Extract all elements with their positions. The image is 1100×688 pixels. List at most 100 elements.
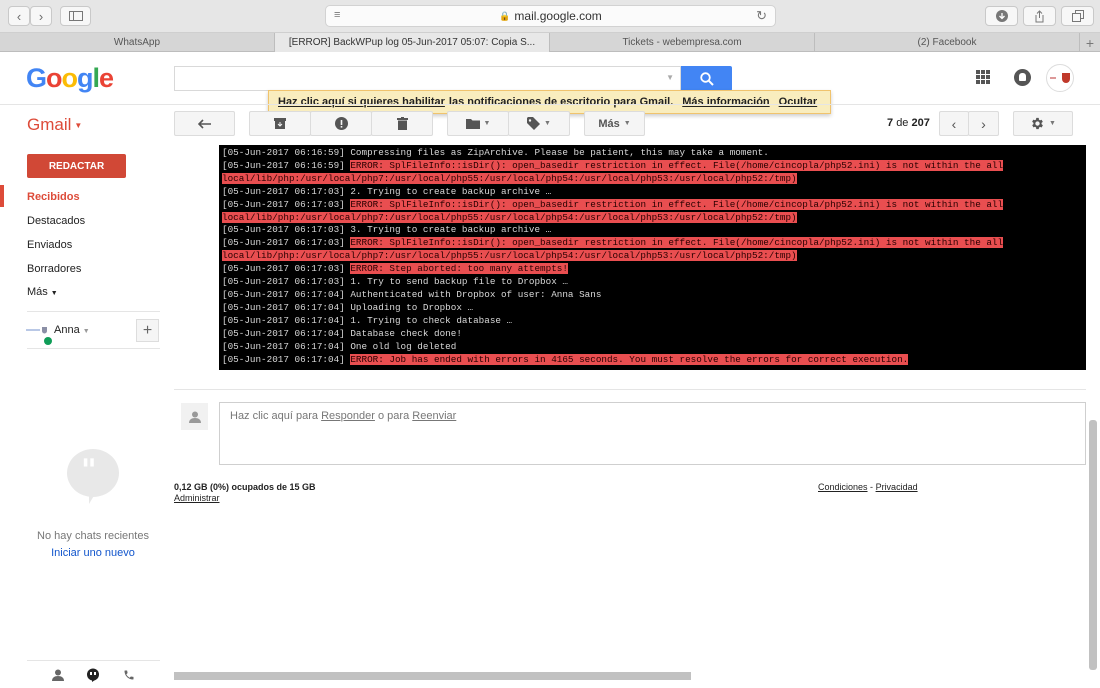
google-logo[interactable]: Google [26,63,114,94]
contacts-person-icon[interactable] [52,669,65,681]
manage-storage-link[interactable]: Administrar [174,493,316,504]
tab-whatsapp[interactable]: WhatsApp [0,33,275,52]
log-error-message: ERROR: Job has ended with errors in 4165… [350,353,909,365]
log-line: [05-Jun-2017 06:17:03] 2. Trying to crea… [222,186,1083,199]
terms-link[interactable]: Condiciones [818,482,868,492]
newer-message-button[interactable]: ‹ [939,111,969,136]
sidebar-item-more[interactable]: Más ▼ [27,286,58,298]
new-tab-button[interactable]: + [1080,33,1100,52]
sidebar-divider [27,311,160,312]
back-to-inbox-button[interactable] [174,111,235,136]
phone-icon[interactable] [123,669,135,681]
log-line: [05-Jun-2017 06:16:59] Compressing files… [222,147,1083,160]
forward-button[interactable]: › [30,6,52,26]
log-error-message: local/lib/php:/usr/local/php7:/usr/local… [222,211,797,223]
delete-button[interactable] [371,111,433,136]
hangouts-bottom-bar [27,660,160,688]
log-timestamp: [05-Jun-2017 06:17:04] [222,314,345,326]
log-message: 2. Trying to create backup archive … [350,185,552,197]
gmail-menu[interactable]: Gmail ▼ [27,115,82,135]
archive-button[interactable] [249,111,311,136]
log-line: [05-Jun-2017 06:17:03] ERROR: SplFileInf… [222,198,1083,212]
storage-usage: 0,12 GB (0%) ocupados de 15 GB Administr… [174,482,316,504]
chevron-left-icon: ‹ [951,115,957,132]
log-line: [05-Jun-2017 06:17:03] 1. Try to send ba… [222,276,1083,289]
log-error-message: local/lib/php:/usr/local/php7:/usr/local… [222,172,797,184]
new-conversation-button[interactable]: + [136,319,159,342]
report-spam-button[interactable] [310,111,372,136]
tabs-overview-button[interactable] [1061,6,1094,26]
privacy-link[interactable]: Privacidad [876,482,918,492]
more-actions-button[interactable]: Más ▼ [584,111,645,136]
tab-backwpup-log[interactable]: [ERROR] BackWPup log 05-Jun-2017 05:07: … [275,33,550,52]
hide-link[interactable]: Ocultar [779,96,818,108]
horizontal-scrollbar[interactable] [174,672,691,680]
log-line: [05-Jun-2017 06:17:04] ERROR: Job has en… [222,353,1083,367]
downloads-button[interactable] [985,6,1018,26]
reload-icon[interactable]: ↻ [756,8,767,24]
older-message-button[interactable]: › [968,111,999,136]
log-line: [05-Jun-2017 06:17:03] ERROR: SplFileInf… [222,237,1083,250]
message-counter: 7 de 207 [887,117,930,129]
log-timestamp: [05-Jun-2017 06:17:04] [222,288,345,300]
sidebar-item-sent[interactable]: Enviados [27,239,72,251]
log-line: [05-Jun-2017 06:17:03] ERROR: Step abort… [222,263,1083,276]
log-line: local/lib/php:/usr/local/php7:/usr/local… [222,250,1083,263]
log-timestamp: [05-Jun-2017 06:16:59] [222,147,345,158]
address-bar[interactable]: ≡ 🔒 mail.google.com ↻ [325,5,776,27]
footer-links: Condiciones - Privacidad [818,482,918,492]
log-message: 3. Trying to create backup archive … [350,224,552,236]
apps-grid-icon[interactable] [976,70,990,84]
more-info-link[interactable]: Más información [682,96,769,108]
vertical-scrollbar[interactable] [1089,420,1097,670]
chevron-right-icon: › [981,115,986,132]
log-message: Database check done! [350,327,462,339]
labels-button[interactable]: ▼ [508,111,570,136]
reply-box[interactable]: Haz clic aquí para Responder o para Reen… [219,402,1086,465]
start-new-chat-link[interactable]: Iniciar uno nuevo [0,547,186,559]
move-to-button[interactable]: ▼ [447,111,509,136]
enable-notifications-link[interactable]: Haz clic aquí si quieres habilitar [278,96,445,108]
forward-link[interactable]: Reenviar [412,410,456,422]
sidebar-item-starred[interactable]: Destacados [27,215,85,227]
reply-link[interactable]: Responder [321,410,375,422]
log-message: Uploading to Dropbox … [350,301,474,313]
log-message: 1. Trying to check database … [350,314,513,326]
tab-facebook[interactable]: (2) Facebook [815,33,1080,52]
log-line: local/lib/php:/usr/local/php7:/usr/local… [222,211,1083,225]
sidebar-item-inbox[interactable]: Recibidos [27,191,80,203]
settings-button[interactable]: ▼ [1013,111,1073,136]
search-button[interactable] [681,66,732,91]
label-tag-icon [527,117,541,130]
log-timestamp: [05-Jun-2017 06:17:03] [222,276,345,288]
sidebar-item-drafts[interactable]: Borradores [27,263,81,275]
share-icon [1035,9,1044,22]
profile-avatar[interactable] [1046,64,1074,92]
reader-icon[interactable]: ≡ [334,9,340,21]
log-line: [05-Jun-2017 06:16:59] ERROR: SplFileInf… [222,159,1083,173]
hangouts-chat-icon[interactable] [86,668,100,682]
search-options-caret-icon[interactable]: ▼ [666,73,674,82]
tab-tickets[interactable]: Tickets - webempresa.com [550,33,815,52]
log-timestamp: [05-Jun-2017 06:17:03] [222,237,345,249]
notifications-bell-icon[interactable] [1014,69,1031,86]
compose-button[interactable]: REDACTAR [27,154,126,178]
log-timestamp: [05-Jun-2017 06:17:04] [222,353,345,365]
archive-icon [274,118,286,129]
tab-bar: WhatsApp [ERROR] BackWPup log 05-Jun-201… [0,33,1100,52]
log-error-message: local/lib/php:/usr/local/php7:/usr/local… [222,250,797,262]
log-line: [05-Jun-2017 06:17:04] One old log delet… [222,341,1083,354]
notification-text: las notificaciones de escritorio para Gm… [448,96,674,108]
search-input[interactable]: ▼ [174,66,681,91]
log-error-message: ERROR: SplFileInfo::isDir(): open_basedi… [350,159,1004,171]
backwpup-log-output: [05-Jun-2017 06:16:59] Compressing files… [219,145,1086,370]
log-error-message: ERROR: Step aborted: too many attempts! [350,263,568,275]
share-button[interactable] [1023,6,1056,26]
sidebar-toggle-button[interactable] [60,6,91,26]
back-button[interactable]: ‹ [8,6,30,26]
browser-toolbar: ‹ › ≡ 🔒 mail.google.com ↻ [0,0,1100,33]
hangouts-user-menu[interactable]: Anna ▼ [54,324,90,336]
message-divider [174,389,1086,390]
log-timestamp: [05-Jun-2017 06:17:04] [222,301,345,313]
active-item-indicator [0,185,4,207]
